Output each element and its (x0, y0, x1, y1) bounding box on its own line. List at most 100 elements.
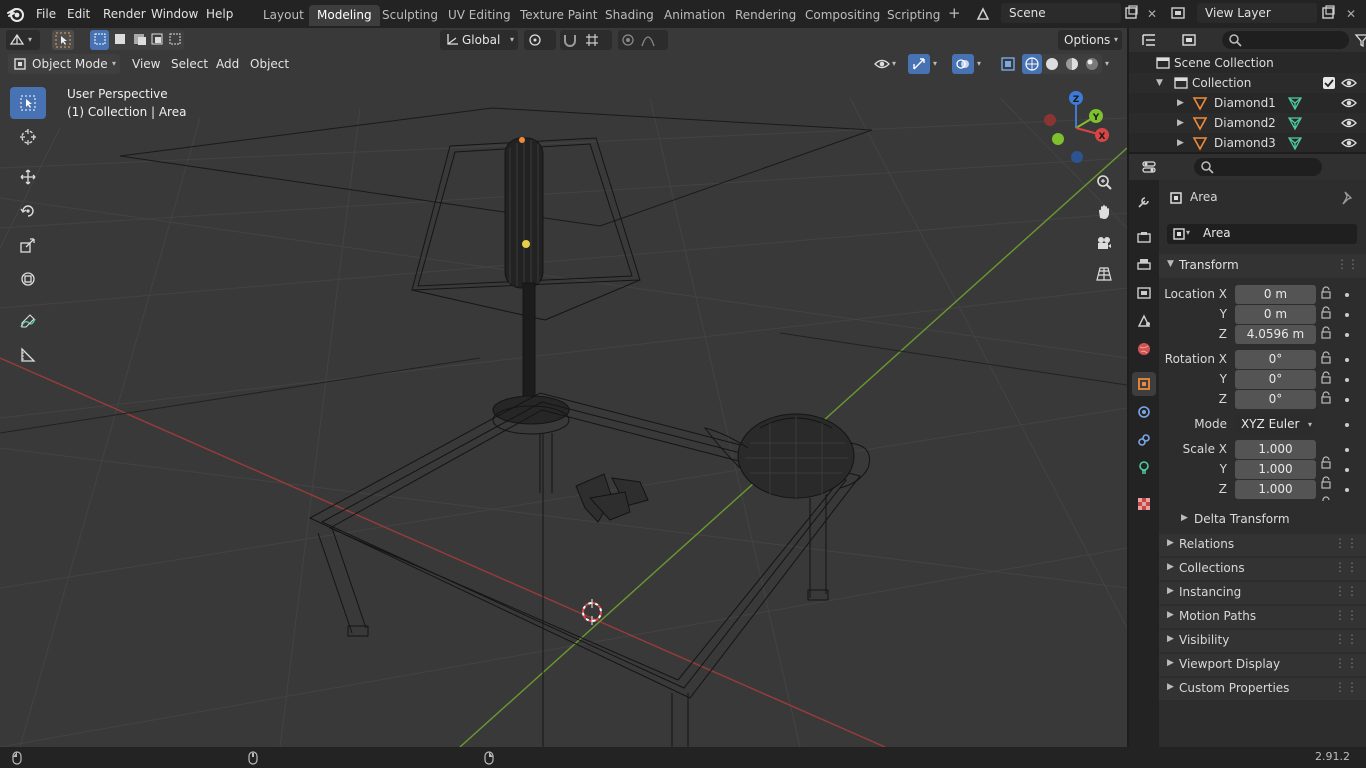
visibility-eye-icon[interactable] (874, 56, 890, 72)
remove-scene-icon[interactable]: ✕ (1141, 5, 1163, 23)
transform-orientation-select[interactable]: Global ▾ (440, 30, 518, 50)
zoom-button[interactable] (1091, 169, 1117, 195)
menu-render[interactable]: Render (97, 5, 152, 23)
tab-output[interactable] (1132, 253, 1156, 277)
section-relations[interactable]: ▶ Relations ⋮⋮ (1159, 534, 1366, 556)
menu-edit[interactable]: Edit (61, 5, 96, 23)
pivot-point-select[interactable] (524, 30, 556, 50)
location-y-field[interactable]: 0 m (1235, 305, 1316, 324)
outliner-row-diamond3[interactable]: ▶ Diamond3 (1129, 133, 1366, 153)
view-layer-icon[interactable] (1170, 5, 1186, 21)
select-tool-toggle[interactable] (52, 30, 74, 50)
overlays-toggle[interactable] (952, 54, 974, 74)
tool-rotate[interactable] (10, 195, 46, 227)
tab-tool[interactable] (1132, 190, 1156, 214)
3d-viewport[interactable]: Z Y X ▾ Global ▾ Options ▾ Object Mode ▾… (0, 28, 1127, 747)
menu-window[interactable]: Window (145, 5, 204, 23)
section-motion-paths[interactable]: ▶ Motion Paths ⋮⋮ (1159, 606, 1366, 628)
scale-y-field[interactable]: 1.000 (1235, 460, 1316, 479)
lock-and-keyframe-icons[interactable] (1319, 285, 1363, 501)
tool-scale[interactable] (10, 229, 46, 261)
tab-modeling[interactable]: Modeling (309, 5, 380, 26)
drag-handle-icon[interactable]: ⋮⋮ (1334, 608, 1358, 622)
expand-arrow-icon[interactable]: ▶ (1177, 113, 1184, 133)
shading-mode-buttons[interactable] (1022, 54, 1102, 74)
proportional-editing-controls[interactable] (618, 30, 668, 50)
expand-arrow-icon[interactable]: ▶ (1177, 133, 1184, 153)
drag-handle-icon[interactable]: ⋮⋮ (1334, 680, 1358, 694)
outliner-row-collection[interactable]: ▼ Collection (1129, 73, 1366, 93)
selection-mode-buttons[interactable] (90, 30, 184, 50)
properties-search-input[interactable] (1194, 158, 1322, 176)
location-z-field[interactable]: 4.0596 m (1235, 325, 1316, 344)
new-view-layer-icon[interactable] (1320, 5, 1336, 21)
drag-handle-icon[interactable]: ⋮⋮ (1334, 536, 1358, 550)
lamp-object[interactable] (411, 137, 641, 747)
tab-sculpting[interactable]: Sculpting (374, 5, 446, 26)
tab-world[interactable] (1132, 337, 1156, 361)
tool-annotate[interactable] (10, 305, 46, 337)
menu-add[interactable]: Add (210, 54, 245, 74)
tool-move[interactable] (10, 161, 46, 193)
expand-arrow-icon[interactable]: ▶ (1177, 93, 1184, 113)
section-custom-properties[interactable]: ▶ Custom Properties ⋮⋮ (1159, 678, 1366, 700)
gizmo-toggle[interactable] (908, 54, 930, 74)
display-mode-icon[interactable] (1181, 32, 1197, 48)
tab-render[interactable] (1132, 225, 1156, 249)
section-visibility[interactable]: ▶ Visibility ⋮⋮ (1159, 630, 1366, 652)
drag-handle-icon[interactable]: ⋮⋮ (1336, 257, 1359, 271)
outliner-row-scene-collection[interactable]: Scene Collection (1129, 53, 1366, 73)
mesh-data-icon[interactable] (1287, 95, 1303, 111)
rotation-z-field[interactable]: 0° (1235, 390, 1316, 409)
drag-handle-icon[interactable]: ⋮⋮ (1334, 632, 1358, 646)
scene-icon[interactable] (975, 6, 991, 22)
eye-visibility-icon[interactable] (1341, 115, 1357, 131)
tab-shading[interactable]: Shading (597, 5, 662, 26)
tab-view-layer[interactable] (1132, 281, 1156, 305)
tab-uv-editing[interactable]: UV Editing (440, 5, 519, 26)
viewport-scene[interactable]: Z Y X (0, 28, 1127, 747)
tab-layout[interactable]: Layout (255, 5, 312, 26)
tab-constraints[interactable] (1132, 428, 1156, 452)
tab-compositing[interactable]: Compositing (797, 5, 888, 26)
tab-texture[interactable] (1132, 492, 1156, 516)
rotation-y-field[interactable]: 0° (1235, 370, 1316, 389)
section-instancing[interactable]: ▶ Instancing ⋮⋮ (1159, 582, 1366, 604)
drag-handle-icon[interactable]: ⋮⋮ (1334, 560, 1358, 574)
perspective-toggle-button[interactable] (1091, 261, 1117, 287)
diamonds-object[interactable] (575, 473, 649, 523)
tab-scene[interactable] (1132, 309, 1156, 333)
object-mode-select[interactable]: Object Mode ▾ (8, 54, 120, 74)
eye-visibility-icon[interactable] (1341, 75, 1357, 91)
delta-transform-subpanel[interactable]: ▶ Delta Transform (1159, 510, 1366, 530)
outliner-row-diamond2[interactable]: ▶ Diamond2 (1129, 113, 1366, 133)
checkbox-checked-icon[interactable] (1321, 75, 1337, 91)
filter-funnel-icon[interactable] (1354, 32, 1366, 48)
section-collections[interactable]: ▶ Collections ⋮⋮ (1159, 558, 1366, 580)
view-layer-selector[interactable]: View Layer (1197, 3, 1317, 23)
transform-panel-header[interactable]: ▼ Transform ⋮⋮ (1159, 254, 1366, 278)
remove-view-layer-icon[interactable]: ✕ (1340, 5, 1362, 23)
rotation-mode-select[interactable]: XYZ Euler ▾ (1235, 415, 1316, 434)
menu-select[interactable]: Select (165, 54, 214, 74)
editor-type-menu[interactable]: ▾ (6, 30, 40, 50)
tool-transform[interactable] (10, 263, 46, 295)
camera-view-button[interactable] (1091, 230, 1117, 256)
menu-help[interactable]: Help (200, 5, 239, 23)
teapot-object[interactable] (703, 413, 870, 499)
section-viewport-display[interactable]: ▶ Viewport Display ⋮⋮ (1159, 654, 1366, 676)
object-name-field[interactable]: ▾ Area (1167, 224, 1357, 244)
eye-visibility-icon[interactable] (1341, 135, 1357, 151)
location-x-field[interactable]: 0 m (1235, 285, 1316, 304)
tab-physics[interactable] (1132, 400, 1156, 424)
mesh-data-icon[interactable] (1287, 135, 1303, 151)
outliner-search-input[interactable] (1222, 31, 1349, 49)
tab-texture-paint[interactable]: Texture Paint (512, 5, 605, 26)
rotation-x-field[interactable]: 0° (1235, 350, 1316, 369)
tool-measure[interactable] (10, 339, 46, 371)
snapping-controls[interactable] (560, 30, 612, 50)
tab-rendering[interactable]: Rendering (727, 5, 804, 26)
add-workspace-icon[interactable]: + (942, 4, 967, 22)
area-light-plane[interactable] (119, 107, 873, 227)
tab-animation[interactable]: Animation (656, 5, 733, 26)
